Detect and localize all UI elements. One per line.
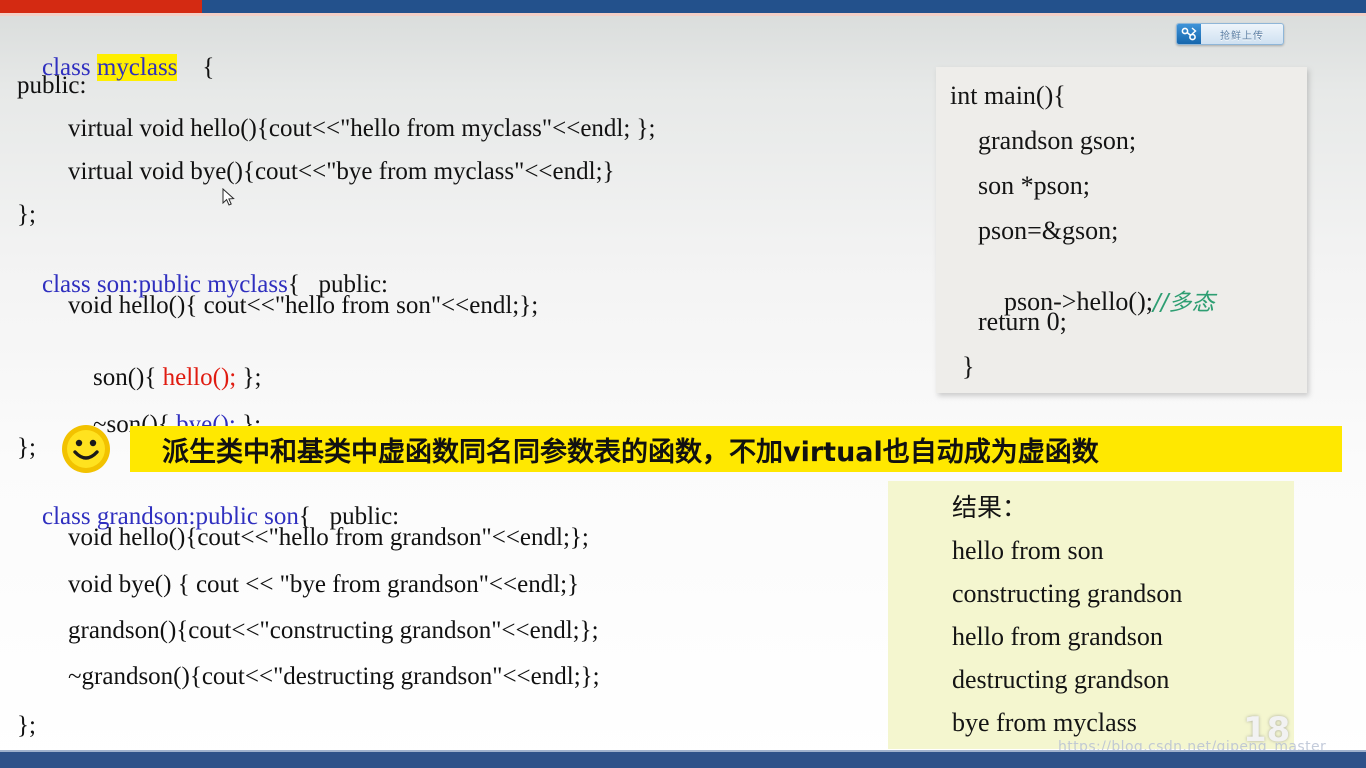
top-thin-rule [0, 13, 1366, 16]
result-line-5: bye from myclass [952, 708, 1137, 737]
code-line-close-grandson: }; [17, 712, 36, 739]
result-line-4: destructing grandson [952, 665, 1170, 694]
code-brace-open [177, 54, 202, 81]
code-brace-open-char: { [202, 54, 215, 81]
upload-badge-label: 抢鲜上传 [1220, 30, 1264, 42]
highlight-banner-text: 派生类中和基类中虚函数同名同参数表的函数，不加virtual也自动成为虚函数 [162, 436, 1099, 468]
code-line-grandson-bye: void bye() { cout << "bye from grandson"… [68, 571, 580, 598]
upload-badge[interactable]: 抢鲜上传 [1176, 23, 1284, 45]
mouse-pointer-icon [222, 188, 235, 206]
result-line-1: hello from son [952, 536, 1104, 565]
code-line-public-1: public: [17, 72, 87, 99]
smiley-face-icon [62, 425, 110, 473]
upload-badge-icon [1177, 24, 1201, 44]
top-decorative-bar [0, 0, 1366, 13]
main-line-assign-pson: pson=&gson; [978, 216, 1119, 245]
code-line-son-hello: void hello(){ cout<<"hello from son"<<en… [68, 292, 539, 319]
code-line-grandson-hello: void hello(){cout<<"hello from grandson"… [68, 524, 589, 551]
code-line-close-son: }; [17, 434, 36, 461]
main-line-son-pointer: son *pson; [978, 171, 1090, 200]
result-line-2: constructing grandson [952, 579, 1183, 608]
main-comment-polymorphism: //多态 [1152, 290, 1215, 316]
code-line-grandson-dtor: ~grandson(){cout<<"destructing grandson"… [68, 663, 600, 690]
main-line-grandson-gson: grandson gson; [978, 126, 1137, 155]
code-highlight-myclass: myclass [96, 54, 178, 81]
code-line-close-myclass: }; [17, 201, 36, 228]
top-bar-blue-segment [202, 0, 1366, 13]
highlight-banner: 派生类中和基类中虚函数同名同参数表的函数，不加virtual也自动成为虚函数 [130, 426, 1342, 472]
result-title: 结果： [952, 493, 1028, 522]
code-line-grandson-ctor: grandson(){cout<<"constructing grandson"… [68, 617, 599, 644]
code-line-virtual-bye: virtual void bye(){cout<<"bye from mycla… [68, 158, 615, 185]
main-function-panel: int main(){ grandson gson; son *pson; ps… [936, 67, 1307, 393]
result-line-3: hello from grandson [952, 622, 1163, 651]
code-line-virtual-hello: virtual void hello(){cout<<"hello from m… [68, 115, 656, 142]
bottom-decorative-bar [0, 752, 1366, 768]
main-line-signature: int main(){ [950, 81, 1066, 110]
result-output-panel: 结果： hello from son constructing grandson… [888, 481, 1294, 749]
main-line-close-brace: } [962, 352, 975, 381]
main-line-return: return 0; [978, 307, 1067, 336]
top-bar-red-segment [0, 0, 202, 13]
